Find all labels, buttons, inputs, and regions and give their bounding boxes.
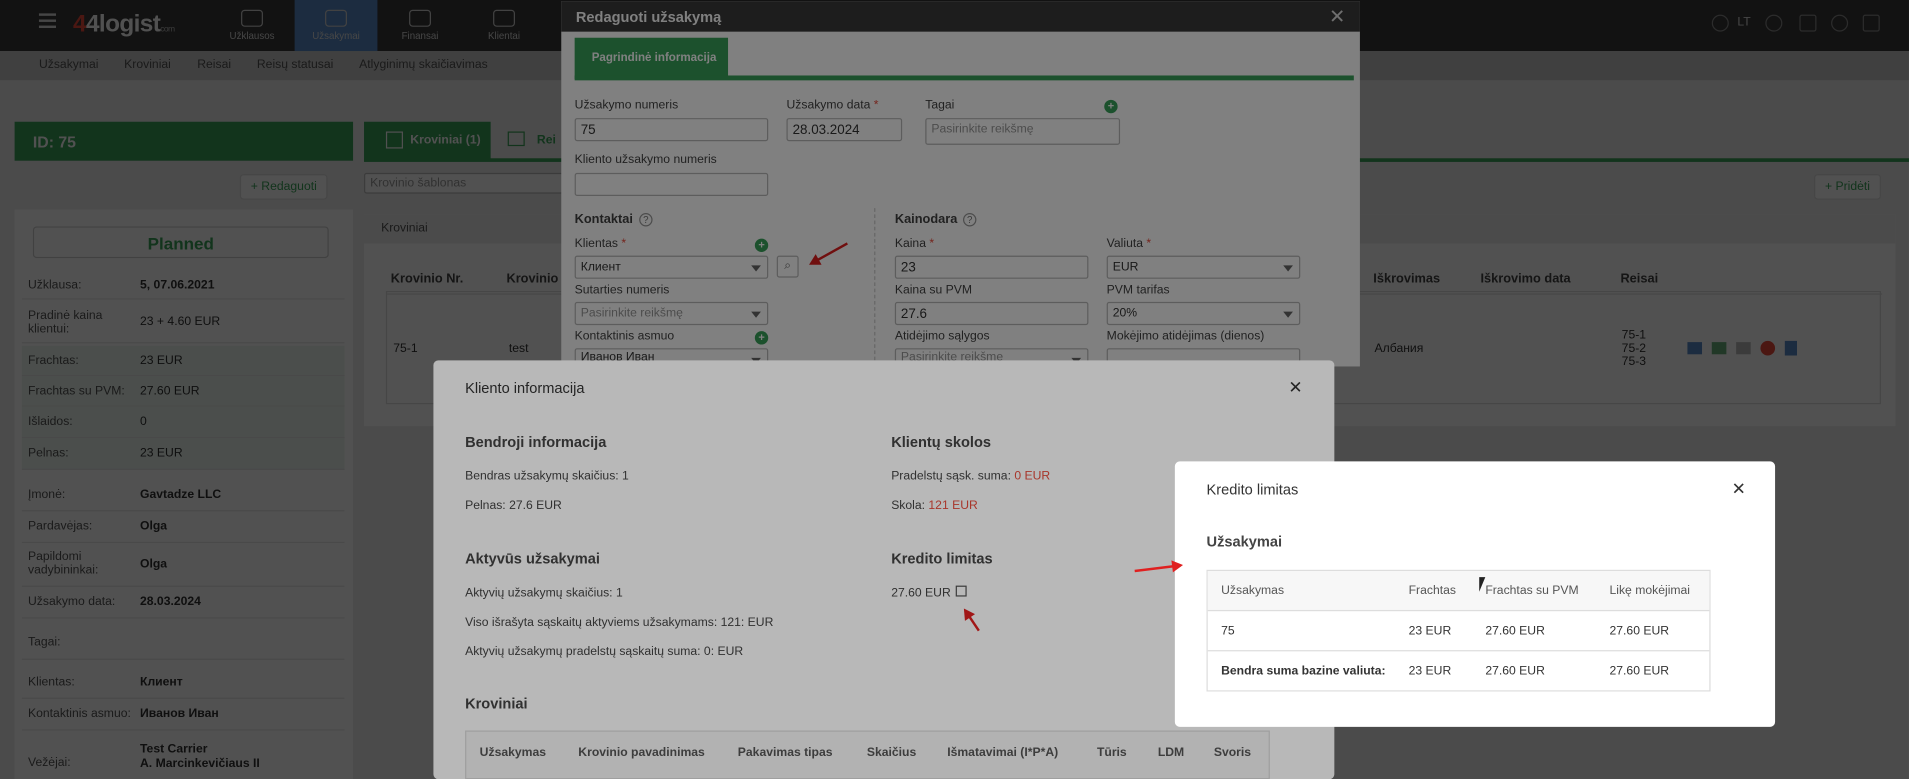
cell: 27.60 EUR [1485, 664, 1545, 679]
col-header: Frachtas su PVM [1485, 584, 1579, 598]
col-header: Užsakymas [1221, 584, 1285, 598]
close-icon[interactable]: ✕ [1732, 478, 1746, 499]
col-header: Likę mokėjimai [1609, 584, 1691, 598]
cell: 27.60 EUR [1609, 624, 1670, 638]
table-row: 75 23 EUR 27.60 EUR 27.60 EUR [1207, 611, 1710, 652]
credit-limit-modal: Kredito limitas ✕ Užsakymai Užsakymas Fr… [1174, 461, 1776, 727]
table-total-row: Bendra suma bazine valiuta: 23 EUR 27.60… [1208, 651, 1710, 691]
cell: 27.60 EUR [1609, 664, 1670, 679]
table-header-row: Užsakymas Frachtas Frachtas su PVM Likę … [1207, 570, 1710, 612]
cell: 23 EUR [1408, 624, 1452, 638]
screen: 44logistcom Užklausos Užsakymai Finansai… [0, 0, 1909, 779]
cell: 23 EUR [1408, 664, 1452, 679]
modal-title: Kredito limitas [1206, 480, 1299, 498]
cell: 27.60 EUR [1485, 624, 1545, 638]
orders-heading: Užsakymai [1206, 533, 1283, 551]
cell: 75 [1221, 624, 1235, 638]
col-header: Frachtas [1408, 584, 1456, 598]
credit-orders-table: Užsakymas Frachtas Frachtas su PVM Likę … [1206, 569, 1711, 692]
mouse-cursor [1479, 577, 1486, 592]
cell: Bendra suma bazine valiuta: [1221, 664, 1386, 679]
